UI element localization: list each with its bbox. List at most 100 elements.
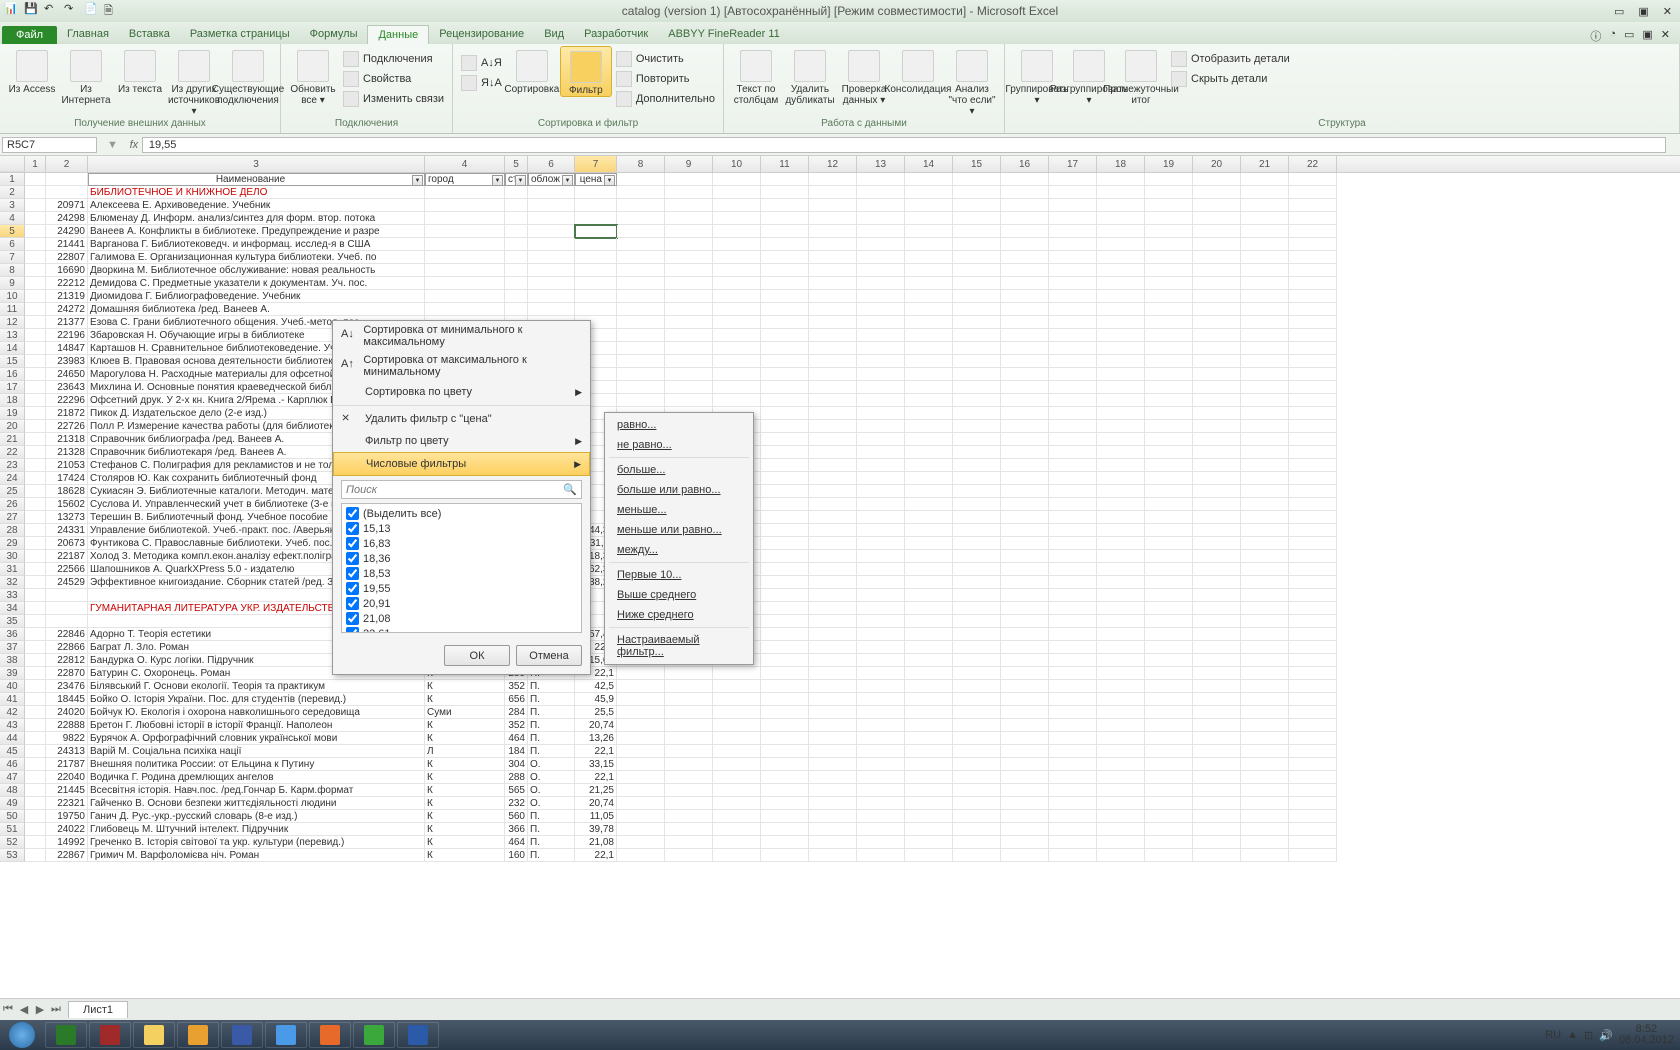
- filter-value-checkbox[interactable]: 15,13: [344, 521, 579, 536]
- filter-below-avg[interactable]: Ниже среднего: [605, 605, 753, 625]
- row-header[interactable]: 49: [0, 797, 25, 810]
- start-button[interactable]: [0, 1020, 44, 1050]
- table-row[interactable]: 5322867Гримич М. Варфоломiєва нiч. Роман…: [0, 849, 1680, 862]
- prev-sheet-icon[interactable]: ◀: [16, 1003, 32, 1016]
- table-row[interactable]: 3224529Эффективное книгоиздание. Сборник…: [0, 576, 1680, 589]
- new-icon[interactable]: 📄: [84, 2, 102, 20]
- col-header-9[interactable]: 9: [665, 156, 713, 172]
- ribbon-item[interactable]: Очистить: [614, 50, 717, 68]
- table-row[interactable]: 2518628Сукиасян Э. Библиотечные каталоги…: [0, 485, 1680, 498]
- task-wmp[interactable]: [177, 1022, 219, 1048]
- window-close-icon[interactable]: ✕: [1661, 28, 1670, 44]
- table-row[interactable]: 2920673Фунтикова С. Православные библиот…: [0, 537, 1680, 550]
- ribbon-button[interactable]: Консолидация: [892, 46, 944, 95]
- undo-icon[interactable]: ↶: [44, 2, 62, 20]
- row-header[interactable]: 18: [0, 394, 25, 407]
- table-row[interactable]: 2121318Справочник библиографа /ред. Ване…: [0, 433, 1680, 446]
- col-header-15[interactable]: 15: [953, 156, 1001, 172]
- sort-desc-button[interactable]: Я↓А: [459, 74, 504, 92]
- task-access[interactable]: [89, 1022, 131, 1048]
- col-header-5[interactable]: 5: [505, 156, 528, 172]
- table-row[interactable]: 3122566Шапошников А. QuarkXPress 5.0 - и…: [0, 563, 1680, 576]
- row-header[interactable]: 24: [0, 472, 25, 485]
- row-header[interactable]: 15: [0, 355, 25, 368]
- tab-abbyy finereader 11[interactable]: ABBYY FineReader 11: [658, 25, 790, 44]
- filter-top10[interactable]: Первые 10...: [605, 565, 753, 585]
- filter-city[interactable]: город▼: [425, 173, 505, 186]
- sort-button[interactable]: Сортировка: [506, 46, 558, 95]
- row-header[interactable]: 25: [0, 485, 25, 498]
- filter-less-equal[interactable]: меньше или равно...: [605, 520, 753, 540]
- sheet-tab[interactable]: Лист1: [68, 1001, 128, 1018]
- window-min-icon[interactable]: ▭: [1624, 28, 1634, 44]
- tab-разметка страницы[interactable]: Разметка страницы: [180, 25, 300, 44]
- redo-icon[interactable]: ↷: [64, 2, 82, 20]
- refresh-all-button[interactable]: Обновить все ▾: [287, 46, 339, 106]
- ribbon-button[interactable]: Промежуточный итог: [1115, 46, 1167, 106]
- minimize-ribbon-icon[interactable]: ⓘ: [1590, 28, 1601, 44]
- table-row[interactable]: 5124022Глибовець М. Штучний iнтелект. Пi…: [0, 823, 1680, 836]
- row-header[interactable]: 36: [0, 628, 25, 641]
- row-header[interactable]: 6: [0, 238, 25, 251]
- row-header[interactable]: 11: [0, 303, 25, 316]
- row-header[interactable]: 20: [0, 420, 25, 433]
- col-header-2[interactable]: 2: [46, 156, 88, 172]
- task-explorer[interactable]: [133, 1022, 175, 1048]
- window-max-icon[interactable]: ▣: [1642, 28, 1652, 44]
- table-row[interactable]: 2321053Стефанов С. Полиграфия для реклам…: [0, 459, 1680, 472]
- col-header-22[interactable]: 22: [1289, 156, 1337, 172]
- row-header[interactable]: 31: [0, 563, 25, 576]
- sort-asc-button[interactable]: А↓Я: [459, 54, 504, 72]
- table-row[interactable]: 35: [0, 615, 1680, 628]
- table-row[interactable]: 449822Бурячок А. Орфографiчний словник у…: [0, 732, 1680, 745]
- row-header[interactable]: 8: [0, 264, 25, 277]
- ribbon-item[interactable]: Изменить связи: [341, 90, 446, 108]
- sort-ascending-item[interactable]: A↓Сортировка от минимального к максималь…: [333, 321, 590, 351]
- row-header[interactable]: 27: [0, 511, 25, 524]
- cancel-button[interactable]: Отмена: [516, 645, 582, 666]
- col-header-20[interactable]: 20: [1193, 156, 1241, 172]
- file-tab[interactable]: Файл: [2, 26, 57, 44]
- col-header-17[interactable]: 17: [1049, 156, 1097, 172]
- table-row[interactable]: 4322888Бретон Г. Любовнi iсторiї в iстор…: [0, 719, 1680, 732]
- tab-разработчик[interactable]: Разработчик: [574, 25, 658, 44]
- ribbon-button[interactable]: Удалить дубликаты: [784, 46, 836, 106]
- table-row[interactable]: 2713273Терешин В. Библиотечный фонд. Уче…: [0, 511, 1680, 524]
- tray-volume-icon[interactable]: 🔊: [1599, 1029, 1613, 1042]
- select-all-checkbox[interactable]: (Выделить все): [344, 506, 579, 521]
- tray-flag-icon[interactable]: ▲: [1567, 1029, 1578, 1041]
- col-header-16[interactable]: 16: [1001, 156, 1049, 172]
- row-header[interactable]: 52: [0, 836, 25, 849]
- row-header[interactable]: 34: [0, 602, 25, 615]
- row-header[interactable]: 51: [0, 823, 25, 836]
- row-header[interactable]: 21: [0, 433, 25, 446]
- table-row[interactable]: 4922321Гайченко В. Основи безпеки життєд…: [0, 797, 1680, 810]
- filter-not-equals[interactable]: не равно...: [605, 435, 753, 455]
- table-row[interactable]: 621441Варганова Г. Библиотековедч. и инф…: [0, 238, 1680, 251]
- row-header[interactable]: 3: [0, 199, 25, 212]
- tab-данные[interactable]: Данные: [367, 25, 429, 44]
- table-row[interactable]: 1322196Збаровская Н. Обучающие игры в би…: [0, 329, 1680, 342]
- filter-search-box[interactable]: 🔍: [341, 480, 582, 499]
- tab-рецензирование[interactable]: Рецензирование: [429, 25, 534, 44]
- filter-pages[interactable]: ст▼: [505, 173, 528, 186]
- table-row[interactable]: 4821445Всесвiтня iсторiя. Навч.пос. /ред…: [0, 784, 1680, 797]
- row-header[interactable]: 1: [0, 173, 25, 186]
- row-header[interactable]: 37: [0, 641, 25, 654]
- table-row[interactable]: 320971Алексеева Е. Архивоведение. Учебни…: [0, 199, 1680, 212]
- table-row[interactable]: 1021319Диомидова Г. Библиографоведение. …: [0, 290, 1680, 303]
- row-header[interactable]: 38: [0, 654, 25, 667]
- filter-less[interactable]: меньше...: [605, 500, 753, 520]
- row-header[interactable]: 29: [0, 537, 25, 550]
- ribbon-button[interactable]: Анализ "что если" ▾: [946, 46, 998, 117]
- row-header[interactable]: 30: [0, 550, 25, 563]
- col-header-14[interactable]: 14: [905, 156, 953, 172]
- ribbon-item[interactable]: Дополнительно: [614, 90, 717, 108]
- table-row[interactable]: 2БИБЛИОТЕЧНОЕ И КНИЖНОЕ ДЕЛО: [0, 186, 1680, 199]
- row-header[interactable]: 14: [0, 342, 25, 355]
- row-header[interactable]: 10: [0, 290, 25, 303]
- row-header[interactable]: 9: [0, 277, 25, 290]
- tray-network-icon[interactable]: ⊡: [1584, 1029, 1593, 1042]
- task-tc[interactable]: [221, 1022, 263, 1048]
- filter-value-checkbox[interactable]: 16,83: [344, 536, 579, 551]
